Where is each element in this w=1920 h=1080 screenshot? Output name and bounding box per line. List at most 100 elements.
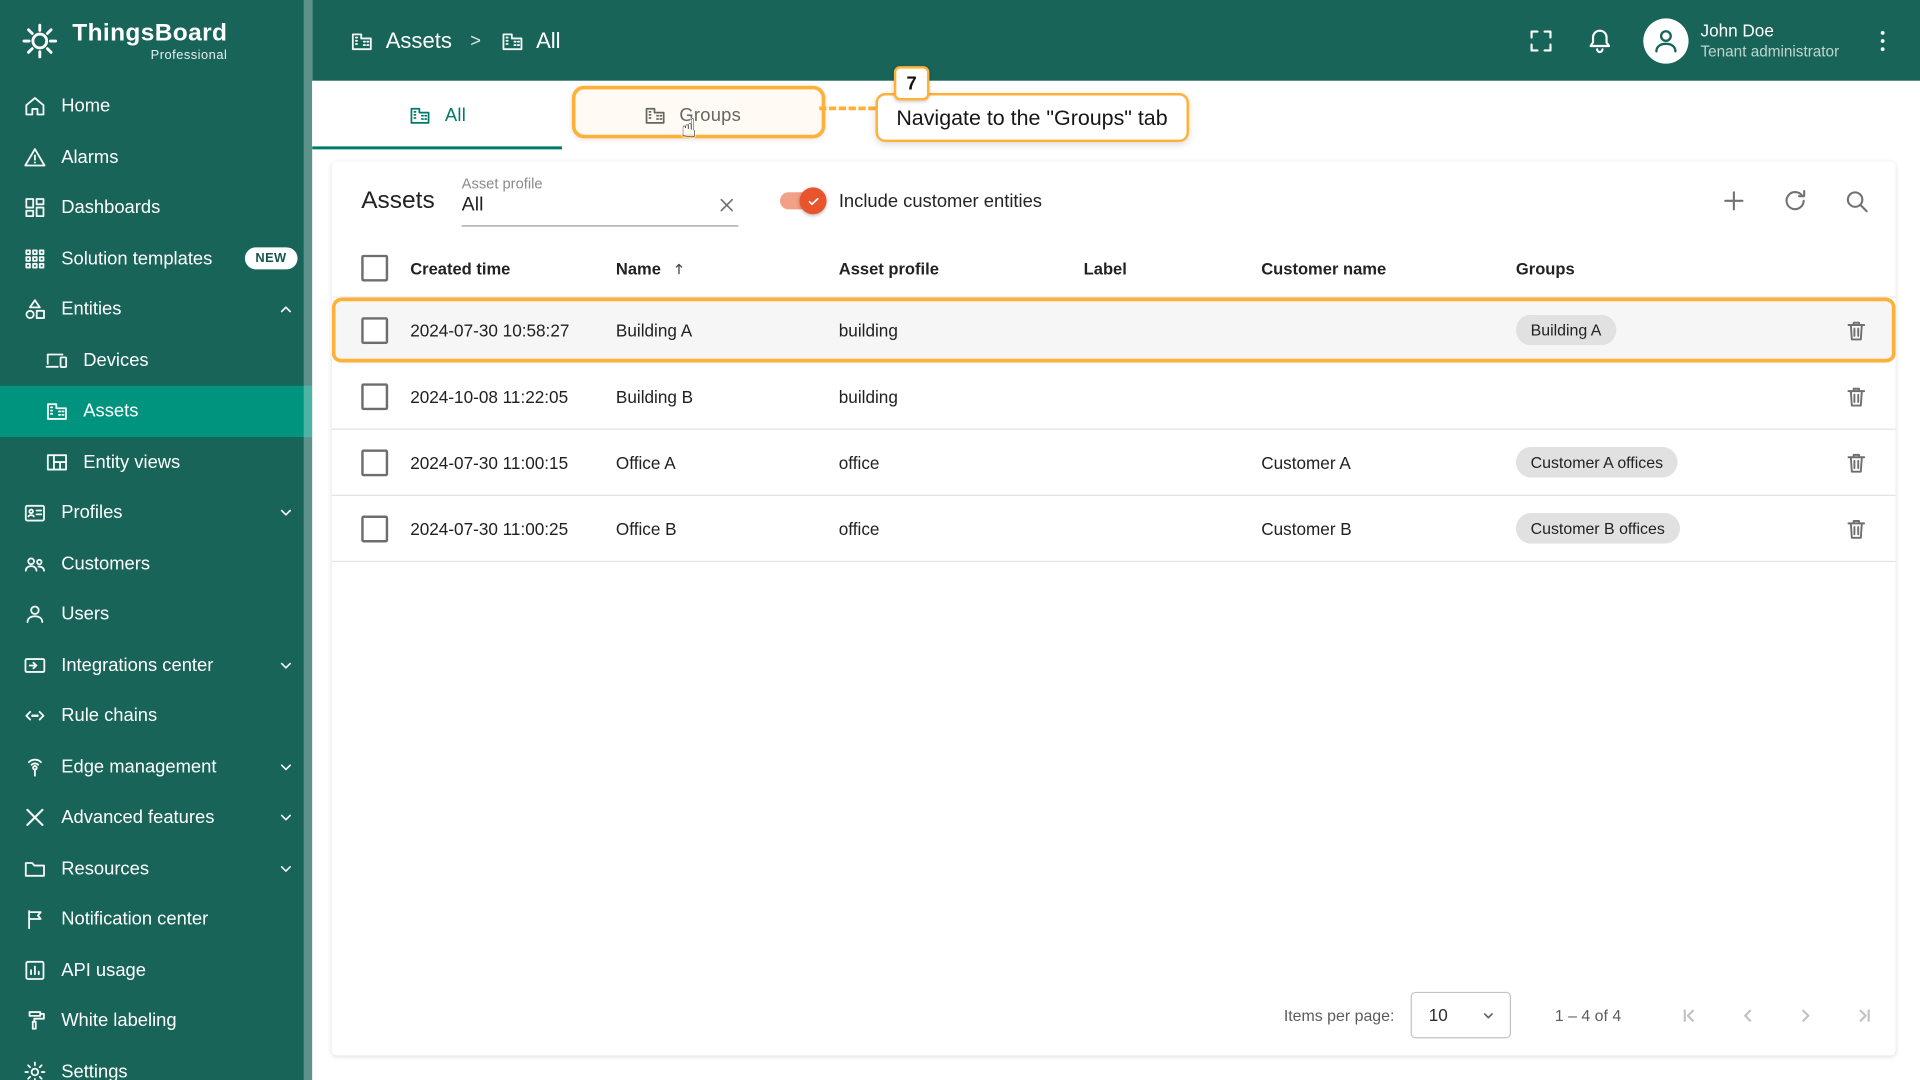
- sidebar-item-dashboards[interactable]: Dashboards: [0, 182, 312, 233]
- view-icon: [46, 453, 67, 471]
- page-last-icon: [1859, 1008, 1870, 1022]
- table-row-office-a[interactable]: 2024-07-30 11:00:15 Office A office Custome…: [331, 430, 1896, 496]
- group-chip[interactable]: Customer A offices: [1515, 446, 1678, 478]
- sidebar-item-advanced-features[interactable]: Advanced features: [0, 792, 312, 843]
- column-header-asset-profile[interactable]: Asset profile: [839, 259, 1084, 277]
- sidebar-item-label: Solution templates: [61, 248, 213, 270]
- tab-all[interactable]: All: [312, 81, 562, 150]
- table-row-office-b[interactable]: 2024-07-30 11:00:25 Office B office Custome…: [331, 496, 1896, 563]
- sidebar-item-label: White labeling: [61, 1010, 177, 1032]
- sidebar-item-users[interactable]: Users: [0, 589, 312, 640]
- cell-groups: Customer A offices: [1515, 446, 1817, 478]
- sidebar-item-label: Edge management: [61, 756, 217, 778]
- cell-asset-profile: office: [838, 518, 880, 539]
- sidebar-item-notification-center[interactable]: Notification center: [0, 894, 312, 945]
- toggle-switch[interactable]: [780, 187, 827, 215]
- trash-icon: [1847, 453, 1866, 473]
- asset-profile-filter-value: All: [461, 194, 484, 215]
- breadcrumb-all[interactable]: All: [499, 28, 561, 54]
- group-chip[interactable]: Building A: [1515, 314, 1617, 346]
- column-header-label[interactable]: Label: [1084, 259, 1262, 277]
- add-asset-button[interactable]: [1719, 186, 1748, 215]
- toggle-knob: [799, 187, 827, 215]
- select-all-checkbox[interactable]: [361, 254, 389, 282]
- sidebar-item-rule-chains[interactable]: Rule chains: [0, 691, 312, 742]
- table-row-building-a[interactable]: 2024-07-30 10:58:27 Building A building Bui…: [331, 297, 1896, 364]
- sidebar-item-profiles[interactable]: Profiles: [0, 487, 312, 538]
- sidebar-item-solution-templates[interactable]: Solution templates NEW: [0, 233, 312, 284]
- table-body: 2024-07-30 10:58:27 Building A building Bui…: [331, 297, 1896, 563]
- first-page-button[interactable]: [1675, 1000, 1706, 1031]
- assets-toolbar: Assets Asset profile All Include custome…: [332, 162, 1896, 240]
- sidebar-nav: Home Alarms Dashboards Solution templates NE…: [0, 81, 313, 1080]
- sidebar-item-edge-management[interactable]: Edge management: [0, 741, 312, 792]
- groups-tab-highlight-ring: [571, 85, 826, 139]
- sidebar-item-integrations-center[interactable]: Integrations center: [0, 640, 312, 691]
- chev-down-icon: [280, 764, 292, 770]
- sidebar-item-alarms[interactable]: Alarms: [0, 132, 312, 183]
- sidebar-item-entity-views[interactable]: Entity views: [0, 437, 312, 488]
- sidebar-item-settings[interactable]: Settings: [0, 1046, 312, 1080]
- delete-button[interactable]: [1843, 383, 1870, 410]
- group-chip[interactable]: Customer B offices: [1515, 513, 1680, 544]
- avatar[interactable]: [1642, 17, 1689, 64]
- delete-button[interactable]: [1843, 449, 1870, 476]
- brand-text: ThingsBoard Professional: [72, 19, 227, 62]
- asset-profile-filter-value-row[interactable]: All: [461, 193, 739, 227]
- notifications-button[interactable]: [1584, 25, 1615, 56]
- breadcrumb-assets[interactable]: Assets: [349, 28, 452, 54]
- table-row-building-b[interactable]: 2024-10-08 11:22:05 Building B building: [331, 364, 1896, 430]
- dashboard-icon: [25, 198, 45, 218]
- select-all-cell: [332, 254, 410, 282]
- previous-page-button[interactable]: [1733, 1000, 1764, 1031]
- more-menu-button[interactable]: [1867, 25, 1898, 56]
- row-checkbox[interactable]: [361, 316, 389, 344]
- next-page-button[interactable]: [1790, 1000, 1821, 1031]
- sidebar: ThingsBoard Professional Home Alarms Dashb…: [0, 0, 313, 1080]
- close-icon: [720, 198, 734, 212]
- sidebar-item-customers[interactable]: Customers: [0, 538, 312, 589]
- cell-customer-name: Customer B: [1261, 518, 1352, 539]
- annotation-step-number: 7: [893, 66, 930, 101]
- refresh-button[interactable]: [1780, 186, 1809, 215]
- include-customer-entities-toggle[interactable]: Include customer entities: [780, 187, 1042, 215]
- sidebar-item-resources[interactable]: Resources: [0, 843, 312, 894]
- row-checkbox[interactable]: [361, 382, 389, 410]
- column-header-customer-name[interactable]: Customer name: [1261, 259, 1516, 277]
- column-header-created-time[interactable]: Created time: [410, 259, 616, 277]
- sidebar-item-home[interactable]: Home: [0, 81, 312, 132]
- fullscreen-button[interactable]: [1525, 25, 1556, 56]
- sidebar-item-white-labeling[interactable]: White labeling: [0, 996, 312, 1047]
- main-area: Assets > All John Doe Tenant administrat…: [312, 0, 1920, 1080]
- delete-button[interactable]: [1843, 515, 1870, 542]
- delete-button[interactable]: [1843, 317, 1870, 344]
- column-header-groups[interactable]: Groups: [1516, 259, 1817, 277]
- user-role: Tenant administrator: [1700, 42, 1840, 60]
- clear-filter-button[interactable]: [715, 193, 738, 216]
- sidebar-item-api-usage[interactable]: API usage: [0, 945, 312, 996]
- search-button[interactable]: [1842, 186, 1871, 215]
- people-icon: [24, 557, 45, 572]
- last-page-button[interactable]: [1848, 1000, 1879, 1031]
- items-per-page-select[interactable]: 10: [1410, 991, 1511, 1039]
- page-first-icon: [1683, 1008, 1694, 1022]
- sidebar-item-assets[interactable]: Assets: [0, 385, 313, 437]
- page-prev-icon: [1744, 1009, 1752, 1022]
- sidebar-item-entities[interactable]: Entities: [0, 284, 312, 335]
- tab-all-icon-wrap: [408, 103, 432, 127]
- trash-icon: [1847, 387, 1866, 406]
- row-actions: [1817, 317, 1895, 344]
- row-checkbox-cell: [332, 316, 410, 344]
- row-checkbox[interactable]: [361, 514, 389, 542]
- row-checkbox[interactable]: [361, 448, 389, 476]
- page-title: Assets: [361, 186, 435, 214]
- brand[interactable]: ThingsBoard Professional: [0, 0, 312, 81]
- sidebar-item-devices[interactable]: Devices: [0, 335, 312, 386]
- user-box[interactable]: John Doe Tenant administrator: [1642, 17, 1840, 64]
- page-navigation: [1675, 1000, 1878, 1031]
- column-header-name[interactable]: Name: [616, 259, 839, 277]
- domain-icon: [351, 32, 372, 50]
- toolbar-actions: [1719, 186, 1871, 215]
- asset-profile-filter[interactable]: Asset profile All: [461, 175, 739, 227]
- integration-icon: [24, 657, 46, 673]
